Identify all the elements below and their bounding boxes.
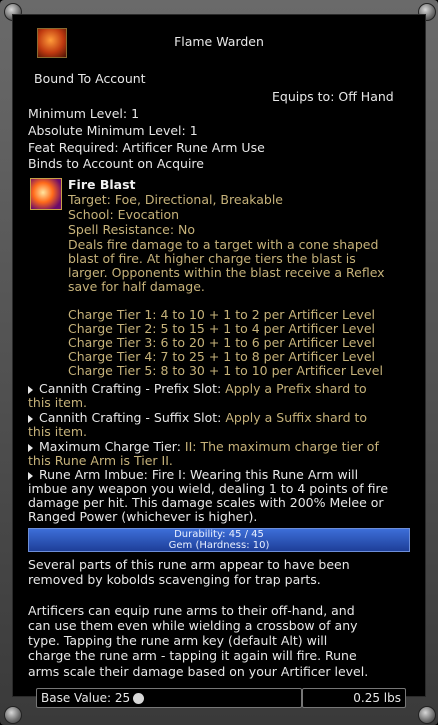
effect-prefix-cont: this item. (28, 395, 87, 410)
feat-required: Feat Required: Artificer Rune Arm Use (28, 140, 265, 155)
gem-label: Gem (Hardness: 10) (168, 540, 270, 551)
min-level: Minimum Level: 1 (28, 106, 140, 121)
spell-desc-line: blast of fire. At higher charge tiers th… (68, 251, 356, 266)
equips-label: Equips to: Off Hand (272, 89, 394, 104)
effect-max-charge-cont: this Rune Arm is Tier II. (28, 453, 173, 468)
abs-min-level: Absolute Minimum Level: 1 (28, 123, 198, 138)
effect-imbue-cont: imbue any weapon you wield, dealing 1 to… (28, 481, 389, 496)
weight-box: 0.25 lbs (302, 688, 406, 708)
effect-imbue: Rune Arm Imbue: Fire I: Wearing this Run… (28, 467, 358, 482)
durability-label: Durability: 45 / 45 (174, 529, 264, 540)
lore-line: can use them even while wielding a cross… (28, 618, 358, 633)
bound-label: Bound To Account (34, 71, 146, 86)
rivet-bottom-left (4, 706, 22, 724)
rivet-bottom-right (418, 706, 436, 724)
binds-label: Binds to Account on Acquire (28, 156, 204, 171)
charge-tier: Charge Tier 2: 5 to 15 + 1 to 4 per Arti… (68, 321, 375, 336)
lore-line: type. Tapping the rune arm key (default … (28, 633, 328, 648)
effect-max-charge: Maximum Charge Tier: II: The maximum cha… (28, 439, 379, 454)
lore-line: removed by kobolds scavenging for trap p… (28, 572, 321, 587)
spell-resistance: Spell Resistance: No (68, 222, 196, 237)
effect-prefix: Cannith Crafting - Prefix Slot: Apply a … (28, 381, 367, 396)
effect-suffix: Cannith Crafting - Suffix Slot: Apply a … (28, 410, 367, 425)
weight: 0.25 lbs (353, 691, 401, 705)
effect-suffix-cont: this item. (28, 424, 87, 439)
charge-tier: Charge Tier 5: 8 to 30 + 1 to 10 per Art… (68, 363, 383, 378)
lore-line: arms scale their damage based on your Ar… (28, 664, 369, 679)
charge-tier: Charge Tier 1: 4 to 10 + 1 to 2 per Arti… (68, 307, 375, 322)
spell-desc-line: Deals fire damage to a target with a con… (68, 237, 379, 252)
fire-blast-icon (30, 178, 62, 210)
coin-icon (133, 693, 145, 704)
spell-target: Target: Foe, Directional, Breakable (68, 192, 284, 207)
spell-desc-line: larger. Opponents within the blast recei… (68, 265, 385, 280)
charge-tier: Charge Tier 4: 7 to 25 + 1 to 8 per Arti… (68, 349, 375, 364)
charge-tier: Charge Tier 3: 6 to 20 + 1 to 6 per Arti… (68, 335, 375, 350)
effect-imbue-cont: damage per hit. This damage scales with … (28, 495, 384, 510)
spell-desc-line: save for half damage. (68, 279, 205, 294)
bullet-arrow-icon (28, 414, 33, 423)
effect-imbue-cont: Ranged Power (whichever is higher). (28, 509, 258, 524)
bullet-arrow-icon (28, 471, 33, 480)
spell-school: School: Evocation (68, 207, 180, 222)
base-value: Base Value: 25 (41, 691, 131, 705)
lore-line: Several parts of this rune arm appear to… (28, 557, 350, 572)
lore-line: charge the rune arm - tapping it again w… (28, 648, 357, 663)
lore-line: Artificers can equip rune arms to their … (28, 603, 355, 618)
bullet-arrow-icon (28, 385, 33, 394)
bullet-arrow-icon (28, 443, 33, 452)
item-title: Flame Warden (174, 34, 264, 49)
spell-name: Fire Blast (68, 177, 136, 192)
durability-bar: Durability: 45 / 45 Gem (Hardness: 10) (28, 528, 410, 552)
base-value-box: Base Value: 25 (36, 688, 302, 708)
